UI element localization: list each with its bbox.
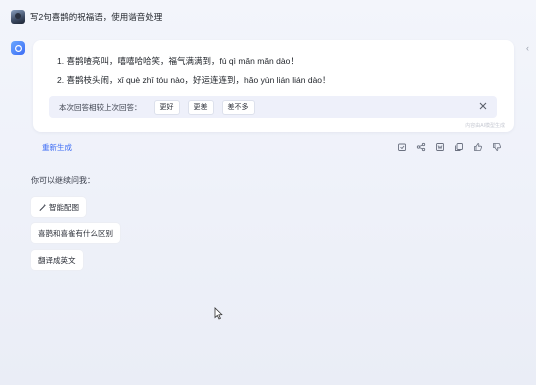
user-message-text: 写2句喜鹊的祝福语，使用谐音处理 bbox=[30, 12, 163, 22]
suggestion-label: 智能配图 bbox=[49, 202, 79, 212]
answer-card: 1. 喜鹊喳亮叫，嘻嘻哈哈笑，福气满满到，fú qì mǎn mǎn dào！ … bbox=[33, 40, 514, 132]
suggestion-difference[interactable]: 喜鹊和喜雀有什么区别 bbox=[31, 223, 120, 243]
ai-generated-watermark: 内容由AI模型生成 bbox=[465, 123, 505, 129]
answer-action-bar bbox=[396, 141, 503, 153]
answer-line-2: 2. 喜鹊枝头闹，xǐ què zhī tóu nào，好运连连到，hǎo yù… bbox=[57, 75, 331, 85]
feedback-same-button[interactable]: 差不多 bbox=[221, 99, 255, 115]
copy-icon[interactable] bbox=[396, 141, 408, 153]
suggestion-translate[interactable]: 翻译成英文 bbox=[31, 250, 83, 270]
regenerate-button[interactable]: 重新生成 bbox=[42, 142, 72, 153]
chevron-left-icon[interactable]: ‹ bbox=[526, 43, 529, 53]
magic-wand-icon bbox=[39, 203, 47, 211]
user-avatar bbox=[11, 10, 25, 24]
feedback-better-button[interactable]: 更好 bbox=[153, 99, 180, 115]
word-export-icon[interactable] bbox=[434, 141, 446, 153]
feedback-prompt: 本次回答相较上次回答： bbox=[59, 102, 142, 112]
close-icon[interactable] bbox=[478, 101, 488, 111]
thumbs-up-icon[interactable] bbox=[472, 141, 484, 153]
share-icon[interactable] bbox=[415, 141, 427, 153]
continue-section-title: 你可以继续问我： bbox=[31, 176, 95, 185]
suggestion-label: 翻译成英文 bbox=[38, 255, 76, 265]
feedback-bar: 本次回答相较上次回答： 更好 更差 差不多 bbox=[49, 96, 497, 118]
answer-line-1: 1. 喜鹊喳亮叫，嘻嘻哈哈笑，福气满满到，fú qì mǎn mǎn dào！ bbox=[57, 56, 299, 66]
bot-logo-icon bbox=[11, 41, 25, 55]
feedback-worse-button[interactable]: 更差 bbox=[187, 99, 214, 115]
thumbs-down-icon[interactable] bbox=[491, 141, 503, 153]
suggestion-label: 喜鹊和喜雀有什么区别 bbox=[38, 228, 113, 238]
suggestion-smart-image[interactable]: 智能配图 bbox=[31, 197, 86, 217]
copy-text-icon[interactable] bbox=[453, 141, 465, 153]
user-message-row: 写2句喜鹊的祝福语，使用谐音处理 bbox=[11, 10, 162, 24]
mouse-cursor-icon bbox=[214, 307, 223, 320]
